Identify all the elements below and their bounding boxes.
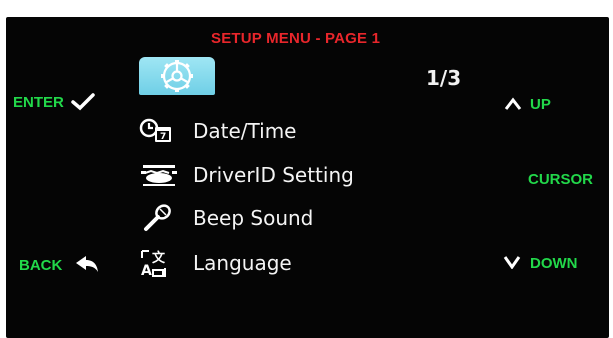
svg-text:A: A bbox=[141, 263, 152, 278]
up-label: UP bbox=[530, 95, 551, 113]
menu-item-language[interactable]: 文 A Language bbox=[139, 246, 292, 280]
driver-id-icon bbox=[139, 160, 183, 190]
down-control[interactable]: DOWN bbox=[503, 254, 578, 273]
settings-tab[interactable] bbox=[139, 57, 215, 95]
svg-text:文: 文 bbox=[152, 250, 166, 266]
clock-calendar-icon: 7 bbox=[139, 116, 183, 146]
menu-item-label: Language bbox=[193, 251, 292, 275]
enter-control[interactable]: ENTER bbox=[13, 92, 96, 112]
menu-title: SETUP MENU - PAGE 1 bbox=[211, 30, 381, 47]
microphone-icon bbox=[139, 203, 183, 233]
cursor-label: CURSOR bbox=[528, 171, 594, 188]
menu-item-label: Beep Sound bbox=[193, 206, 314, 230]
svg-text:7: 7 bbox=[160, 132, 166, 142]
menu-item-beep-sound[interactable]: Beep Sound bbox=[139, 201, 313, 235]
menu-item-label: DriverID Setting bbox=[193, 163, 354, 187]
caret-down-icon bbox=[503, 254, 521, 273]
caret-up-icon bbox=[504, 92, 522, 116]
language-icon: 文 A bbox=[139, 248, 183, 278]
back-control[interactable]: BACK bbox=[19, 254, 100, 276]
menu-item-label: Date/Time bbox=[193, 119, 297, 143]
enter-label: ENTER bbox=[13, 93, 64, 111]
back-label: BACK bbox=[19, 256, 63, 274]
up-control[interactable]: UP bbox=[504, 92, 551, 116]
back-arrow-icon bbox=[76, 256, 99, 272]
menu-item-date-time[interactable]: 7 Date/Time bbox=[139, 114, 297, 148]
page-indicator: 1/3 bbox=[426, 66, 462, 90]
menu-item-driverid-setting[interactable]: DriverID Setting bbox=[139, 158, 354, 192]
settings-gear-icon bbox=[161, 60, 193, 92]
checkmark-icon bbox=[71, 93, 95, 111]
device-photo: SETUP MENU - PAGE 1 1/3 7 Date/Time Driv… bbox=[0, 0, 613, 338]
down-label: DOWN bbox=[530, 255, 578, 272]
